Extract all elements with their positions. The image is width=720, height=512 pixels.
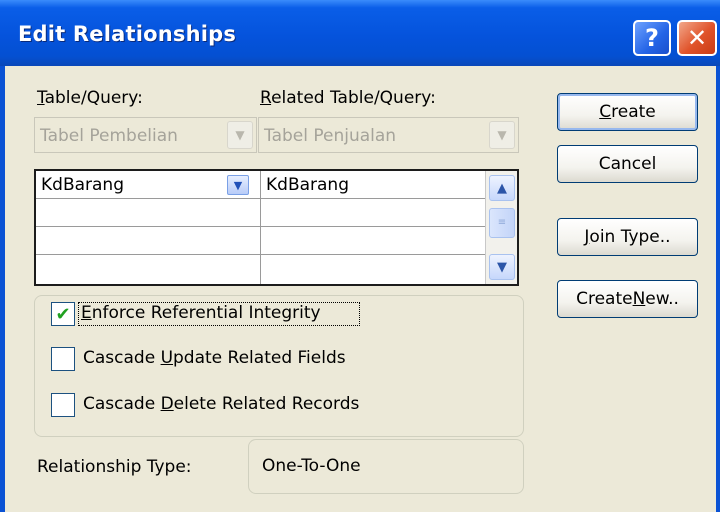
related-table-query-label: Related Table/Query: [260,88,436,108]
grid-column-divider [260,171,261,284]
cascade-delete-label[interactable]: Cascade Delete Related Records [83,394,359,414]
related-table-query-value: Tabel Penjualan [264,126,397,146]
table-query-combo[interactable]: Tabel Pembelian ▼ [34,117,257,153]
close-glyph: ✕ [686,24,708,52]
window-title: Edit Relationships [18,22,237,46]
checkmark-icon: ✔ [55,303,71,325]
create-button[interactable]: Create [557,93,698,131]
scroll-thumb[interactable]: ≡ [489,208,515,238]
join-type-button[interactable]: Join Type.. [557,218,698,256]
scroll-down-icon[interactable]: ▼ [489,254,515,280]
relationship-type-value: One-To-One [262,456,361,476]
scroll-up-icon[interactable]: ▲ [489,175,515,201]
table-query-value: Tabel Pembelian [40,126,178,146]
enforce-integrity-checkbox[interactable]: ✔ [51,302,75,326]
title-bar[interactable]: Edit Relationships ? ✕ [0,0,720,66]
relationship-type-label: Relationship Type: [37,457,192,477]
cancel-button[interactable]: Cancel [557,145,698,183]
vertical-scrollbar[interactable]: ▲ ≡ ▼ [485,171,517,284]
help-icon[interactable]: ? [633,20,671,56]
cascade-update-checkbox[interactable] [51,347,75,371]
chevron-down-icon[interactable]: ▼ [227,121,253,149]
window-frame-right [716,66,720,512]
chevron-down-icon[interactable]: ▼ [227,175,249,195]
field-grid[interactable]: KdBarang ▼ KdBarang ▲ ≡ ▼ [34,169,519,286]
window-frame-left [0,66,5,512]
enforce-integrity-label[interactable]: Enforce Referential Integrity [81,303,321,323]
relationship-type-box: One-To-One [248,439,524,494]
cascade-update-label[interactable]: Cascade Update Related Fields [83,348,346,368]
related-table-query-combo[interactable]: Tabel Penjualan ▼ [258,117,519,153]
table-query-label: Table/Query: [37,88,143,108]
cascade-delete-checkbox[interactable] [51,393,75,417]
edit-relationships-dialog: Edit Relationships ? ✕ Table/Query: Rela… [0,0,720,512]
chevron-down-icon[interactable]: ▼ [489,121,515,149]
close-icon[interactable]: ✕ [677,20,717,56]
create-new-button[interactable]: Create New.. [557,280,698,318]
grid-cell-left[interactable]: KdBarang [41,175,124,195]
grid-cell-right[interactable]: KdBarang [266,175,349,195]
help-glyph: ? [645,24,659,52]
